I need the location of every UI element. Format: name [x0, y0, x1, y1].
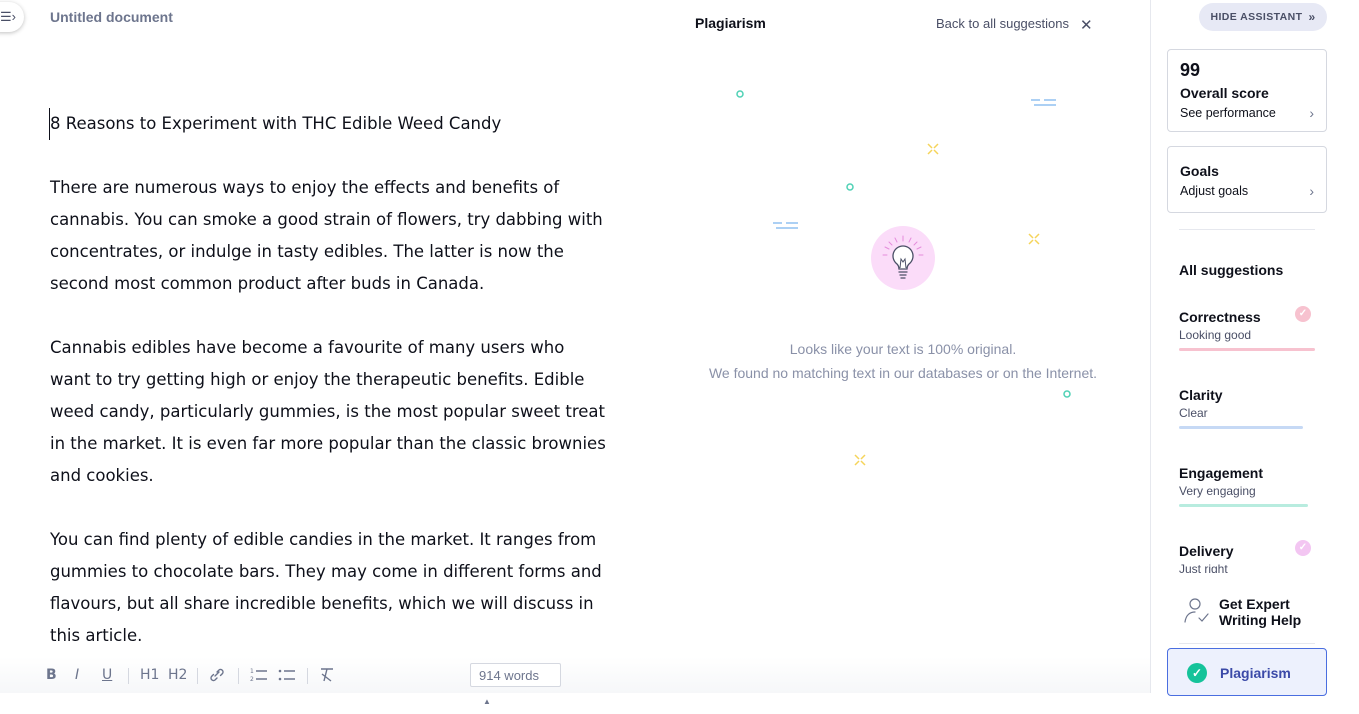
check-icon: ✓ — [1295, 306, 1311, 322]
adjust-goals-link[interactable]: Adjust goals — [1180, 184, 1248, 198]
caret-up-icon: ▲ — [483, 697, 491, 706]
svg-text:2: 2 — [250, 676, 254, 683]
category-status: Looking good — [1179, 328, 1252, 342]
document-title[interactable]: Untitled document — [50, 9, 173, 25]
format-toolbar: ⁞ B I U H1 H2 12 — [0, 657, 1150, 693]
check-icon: ✓ — [1295, 540, 1311, 556]
overall-score-card[interactable]: 99 Overall score See performance › — [1167, 49, 1327, 132]
expert-person-icon — [1184, 598, 1209, 623]
decor-circle-icon — [846, 183, 854, 191]
decor-circle-icon — [1063, 390, 1071, 398]
plagiarism-label: Plagiarism — [1220, 665, 1291, 681]
category-clarity[interactable]: Clarity Clear — [1179, 387, 1319, 429]
bulleted-list-icon[interactable] — [278, 667, 296, 687]
chevron-right-icon: › — [1309, 183, 1314, 199]
underline-button[interactable]: U — [102, 667, 112, 683]
toolbar-edge-icon: ⁞ — [0, 667, 1, 683]
toolbar-divider — [197, 668, 198, 684]
category-name: Engagement — [1179, 465, 1264, 481]
panel-title: Plagiarism — [695, 15, 766, 31]
decor-circle-icon — [736, 90, 744, 98]
decor-sparkle-icon — [927, 143, 939, 155]
all-suggestions-link[interactable]: All suggestions — [1179, 262, 1283, 278]
plagiarism-button[interactable]: ✓ Plagiarism — [1167, 648, 1327, 696]
decor-sparkle-icon — [1028, 233, 1040, 245]
see-performance-link[interactable]: See performance — [1180, 106, 1276, 120]
back-to-suggestions-link[interactable]: Back to all suggestions — [936, 16, 1069, 31]
heading1-button[interactable]: H1 — [140, 667, 159, 683]
paragraph[interactable]: You can find plenty of edible candies in… — [50, 524, 610, 652]
category-name: Clarity — [1179, 387, 1223, 403]
word-count: 914 words — [479, 668, 539, 683]
numbered-list-icon[interactable]: 12 — [250, 667, 268, 687]
clear-format-icon[interactable] — [318, 667, 336, 687]
toolbar-divider — [128, 668, 129, 684]
category-engagement[interactable]: Engagement Very engaging — [1179, 465, 1319, 507]
assistant-sidebar: HIDE ASSISTANT » 99 Overall score See pe… — [1150, 0, 1359, 696]
overall-score-label: Overall score — [1180, 85, 1269, 101]
no-match-message: We found no matching text in our databas… — [708, 365, 1098, 381]
divider — [1179, 229, 1315, 230]
chevron-right-icon: › — [1309, 105, 1314, 121]
decor-sparkle-icon — [854, 454, 866, 466]
original-text-message: Looks like your text is 100% original. — [789, 341, 1017, 357]
lightbulb-badge — [871, 226, 935, 290]
paragraph[interactable]: There are numerous ways to enjoy the eff… — [50, 172, 610, 300]
lightbulb-icon — [882, 235, 924, 279]
paragraph[interactable]: Cannabis edibles have become a favourite… — [50, 332, 610, 492]
bold-button[interactable]: B — [46, 667, 57, 683]
goals-card[interactable]: Goals Adjust goals › — [1167, 146, 1327, 213]
text-editor[interactable]: 8 Reasons to Experiment with THC Edible … — [49, 108, 610, 684]
double-chevron-right-icon: » — [1308, 10, 1316, 24]
word-count-button[interactable]: 914 words ▲ — [470, 663, 561, 706]
toolbar-divider — [238, 668, 239, 684]
category-bar — [1179, 348, 1315, 351]
category-status: Very engaging — [1179, 484, 1256, 498]
document-heading[interactable]: 8 Reasons to Experiment with THC Edible … — [49, 108, 610, 140]
decor-dash-icon — [773, 222, 798, 229]
decor-dash-icon — [1031, 99, 1056, 106]
goals-label: Goals — [1180, 163, 1219, 179]
svg-text:1: 1 — [250, 668, 254, 675]
category-status: Clear — [1179, 406, 1208, 420]
toolbar-divider — [307, 668, 308, 684]
menu-icon: ☰› — [0, 9, 16, 24]
italic-button[interactable]: I — [75, 667, 79, 683]
expert-help-button[interactable]: Get Expert Writing Help — [1179, 592, 1329, 636]
hide-assistant-button[interactable]: HIDE ASSISTANT » — [1199, 3, 1327, 31]
menu-toggle-button[interactable]: ☰› — [0, 2, 24, 32]
expert-help-label: Get Expert Writing Help — [1219, 596, 1302, 628]
checkmark-icon: ✓ — [1187, 663, 1207, 683]
overall-score-value: 99 — [1180, 60, 1201, 80]
divider — [1179, 643, 1315, 644]
category-status: Just right — [1179, 562, 1228, 573]
category-bar — [1179, 504, 1308, 507]
category-bar — [1179, 426, 1303, 429]
close-icon[interactable]: ✕ — [1080, 16, 1093, 34]
hide-assistant-label: HIDE ASSISTANT — [1210, 11, 1303, 23]
link-icon[interactable] — [208, 667, 226, 687]
heading2-button[interactable]: H2 — [168, 667, 187, 683]
